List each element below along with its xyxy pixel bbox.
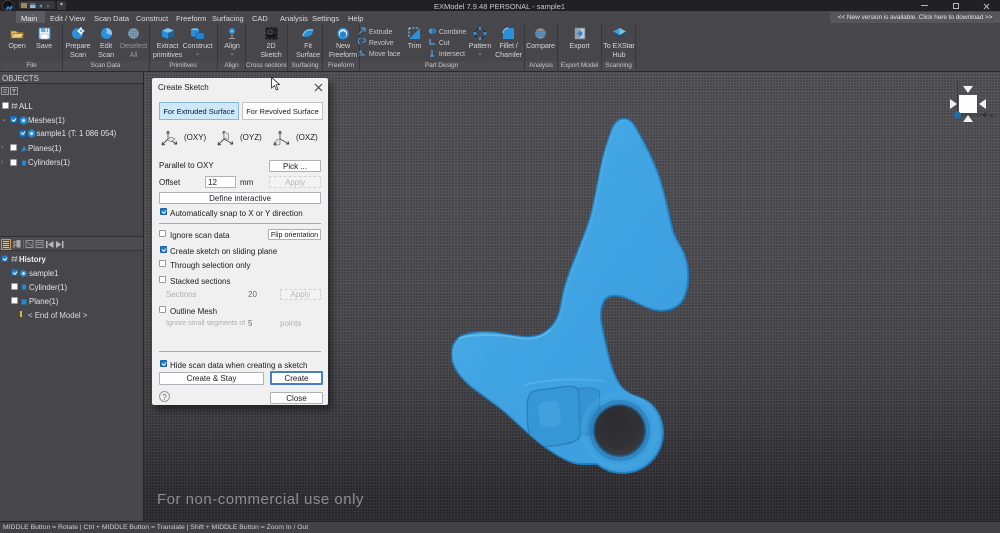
svg-text:x: x — [990, 114, 993, 120]
